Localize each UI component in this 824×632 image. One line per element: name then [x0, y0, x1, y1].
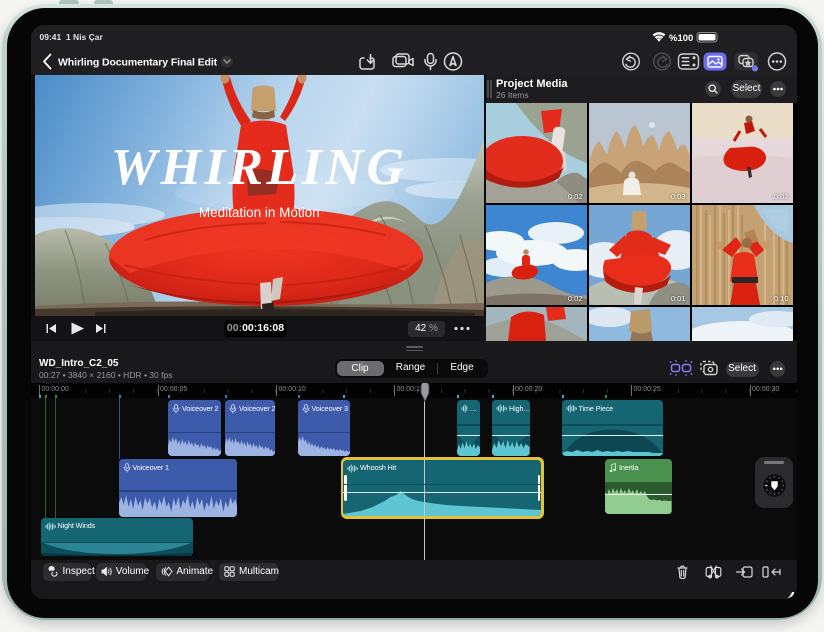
svg-text:%100: %100 [669, 33, 693, 44]
svg-text:Whirling Documentary Final Edi: Whirling Documentary Final Edit [58, 57, 218, 69]
